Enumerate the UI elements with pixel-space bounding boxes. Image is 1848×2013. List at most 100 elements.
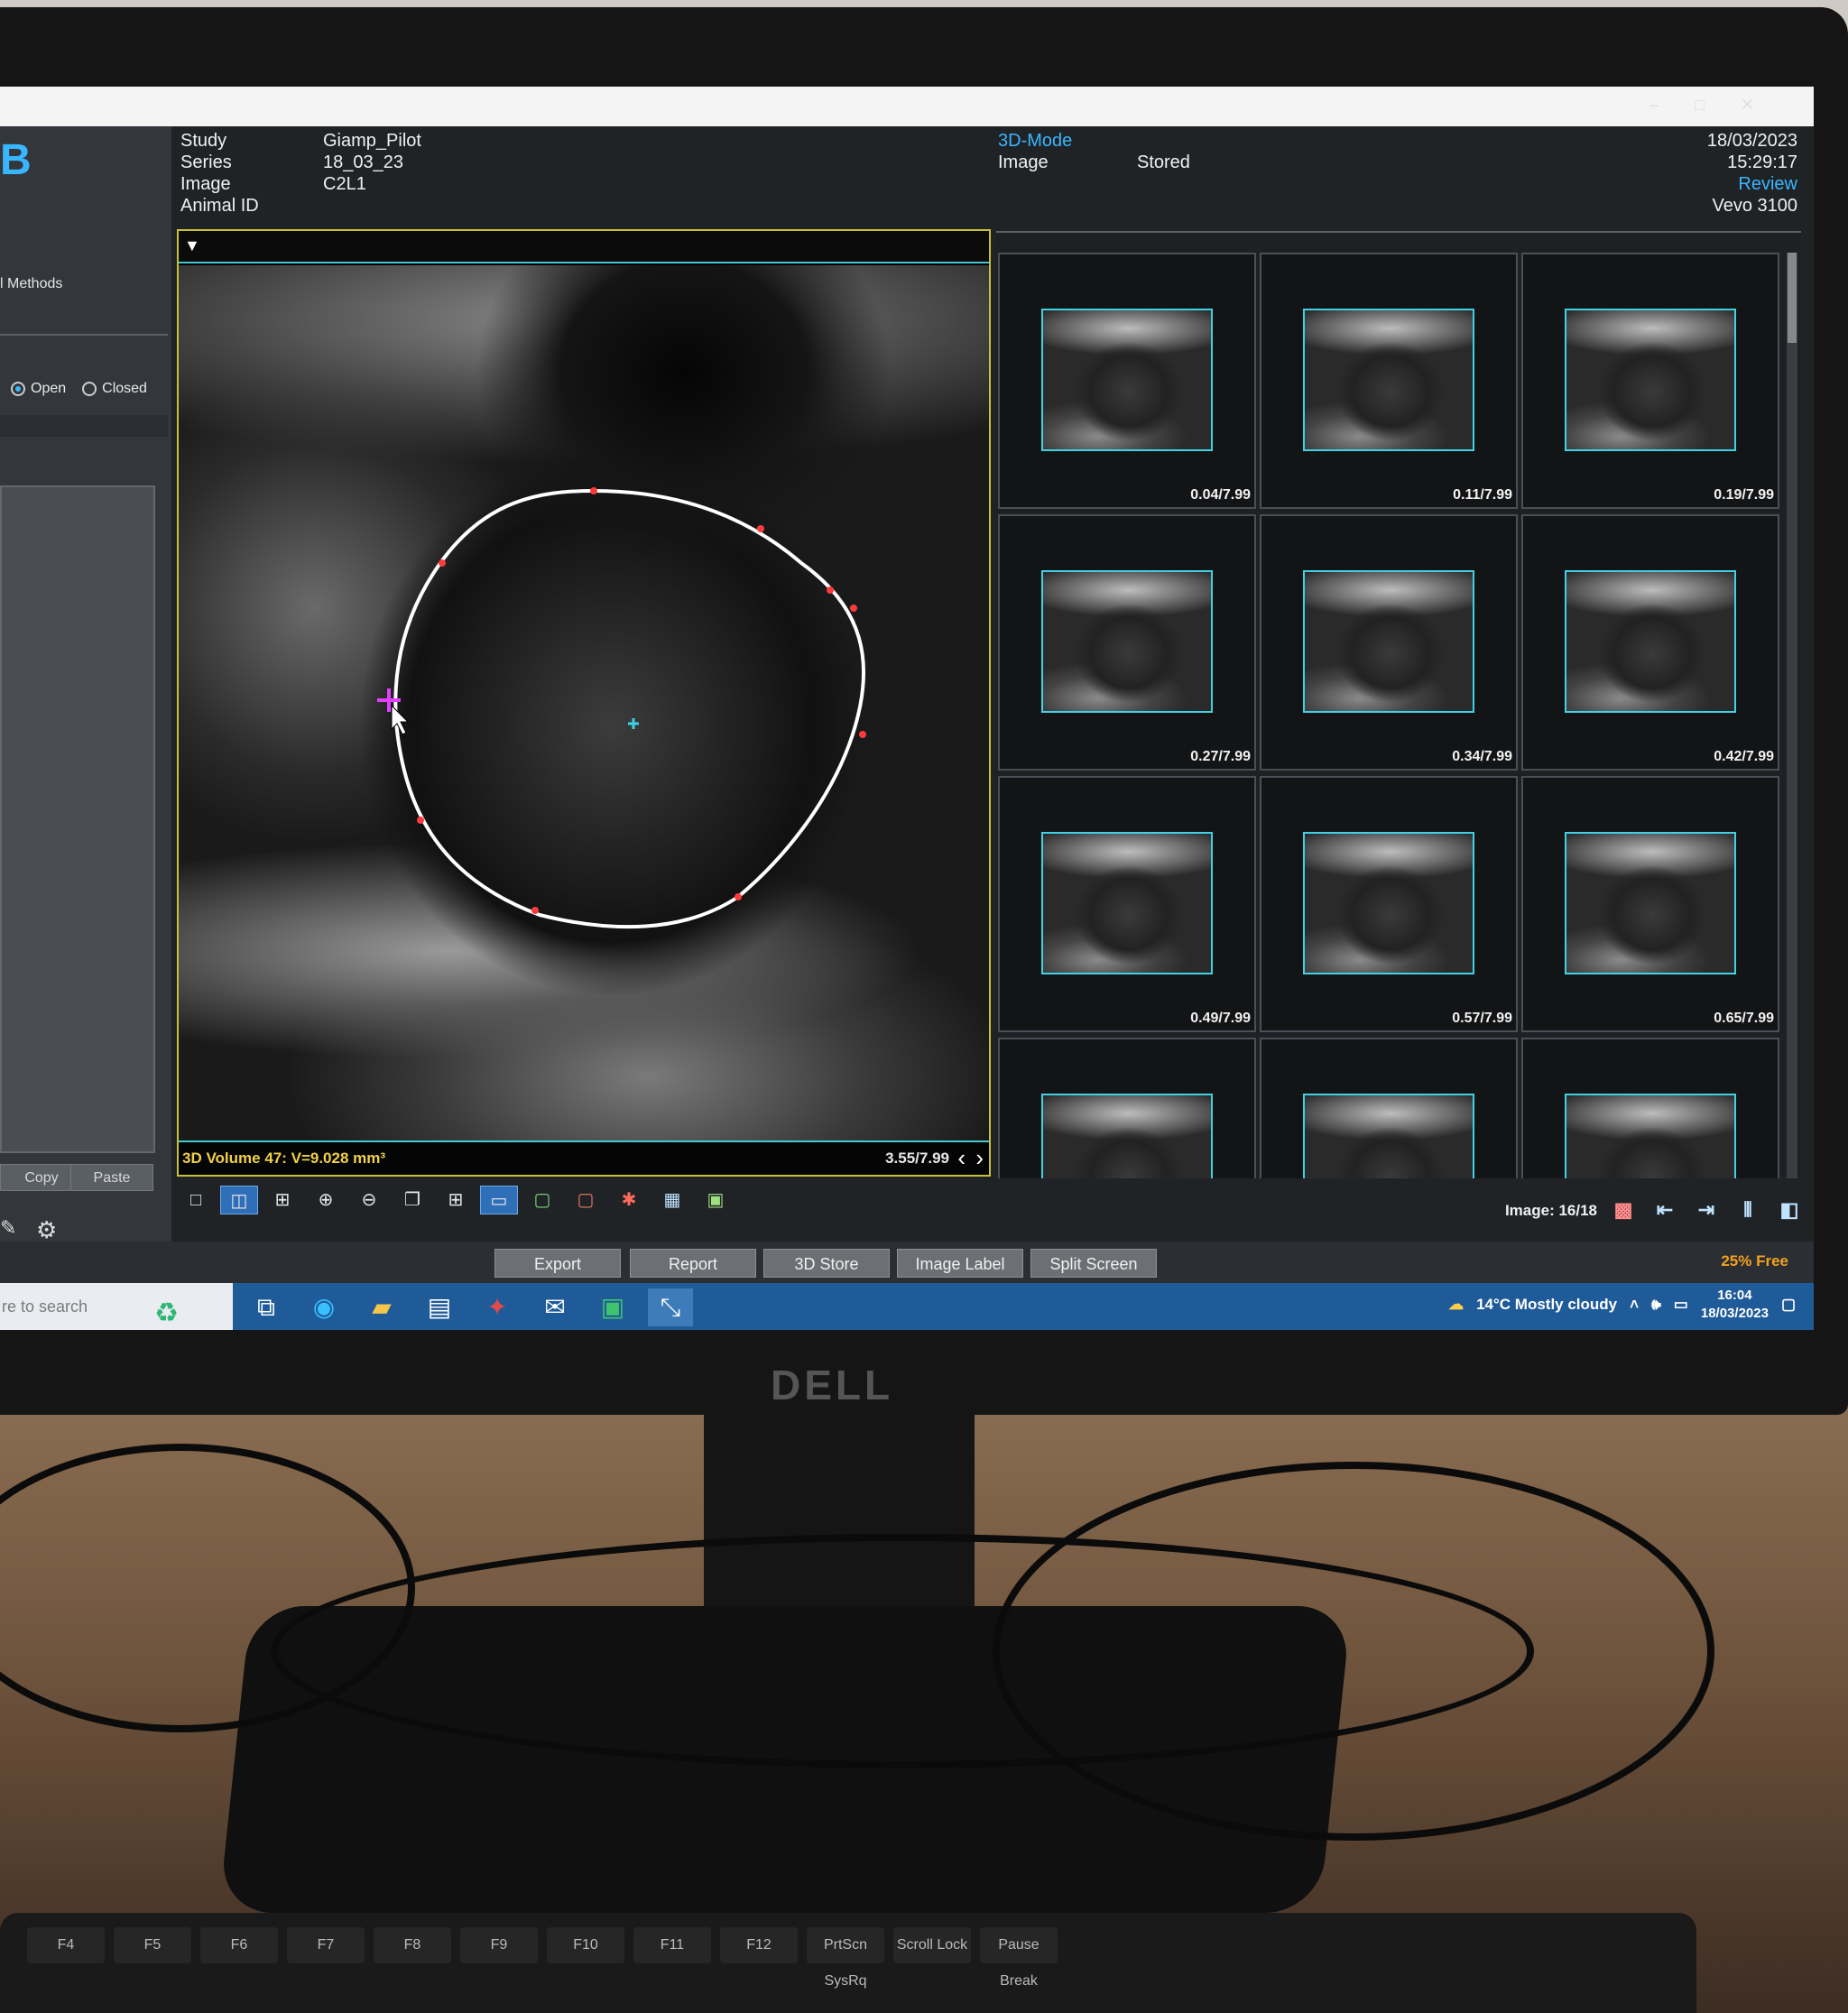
scrollbar-thumb[interactable] bbox=[1788, 253, 1797, 343]
paste-button[interactable]: Paste bbox=[70, 1164, 153, 1191]
taskbar-clock[interactable]: 16:04 18/03/2023 bbox=[1701, 1287, 1769, 1323]
volume-icon[interactable]: 🕪 bbox=[1651, 1296, 1661, 1314]
red-frame-icon[interactable]: ▢ bbox=[567, 1186, 605, 1214]
export-button[interactable]: Export bbox=[494, 1249, 621, 1278]
chevron-up-icon[interactable]: ˄ bbox=[1630, 1296, 1639, 1314]
divider bbox=[0, 334, 168, 336]
app-red-icon[interactable]: ✦ bbox=[475, 1288, 520, 1326]
layout-icon[interactable]: ▭ bbox=[480, 1186, 518, 1214]
radio-closed[interactable]: Closed bbox=[82, 381, 147, 397]
thumbnail-image[interactable] bbox=[1565, 309, 1736, 451]
zoom-out-icon[interactable]: ⊖ bbox=[350, 1186, 388, 1214]
time-value: 15:29:17 bbox=[1727, 152, 1797, 172]
thumbnail-frame[interactable] bbox=[1260, 1038, 1518, 1178]
thumbnail-image[interactable] bbox=[1303, 832, 1474, 974]
thumbnail-image[interactable] bbox=[1565, 570, 1736, 713]
zoom-in-icon[interactable]: ⊕ bbox=[307, 1186, 345, 1214]
thumbnail-frame[interactable]: 0.65/7.99 bbox=[1521, 776, 1779, 1032]
panel-separator bbox=[0, 415, 168, 437]
thumbnail-image[interactable] bbox=[1303, 570, 1474, 713]
thumbnail-image[interactable] bbox=[1303, 1094, 1474, 1178]
taskbar-search-box[interactable]: re to search ♻ bbox=[0, 1283, 233, 1330]
task-view-icon[interactable]: ⧉ bbox=[244, 1288, 289, 1326]
thumbnail-label: 0.19/7.99 bbox=[1714, 487, 1774, 503]
review-link[interactable]: Review bbox=[1707, 173, 1797, 195]
thumbnail-frame[interactable]: 0.19/7.99 bbox=[1521, 253, 1779, 509]
thumbnail-label: 0.27/7.99 bbox=[1190, 749, 1251, 764]
layers-icon[interactable]: ❐ bbox=[393, 1186, 431, 1214]
taskbar-apps: ⧉ ◉ ▰ ▤ ✦ ✉ ▣ ⤡ bbox=[244, 1288, 693, 1326]
delete-image-icon[interactable]: ▩ bbox=[1608, 1198, 1639, 1223]
mail-icon[interactable]: ✉ bbox=[532, 1288, 578, 1326]
contour-point[interactable] bbox=[859, 731, 866, 738]
thumbnail-image[interactable] bbox=[1041, 309, 1213, 451]
thumbnail-image[interactable] bbox=[1041, 570, 1213, 713]
radio-open[interactable]: Open bbox=[11, 381, 66, 397]
filmstrip-icon[interactable]: ⫴ bbox=[1732, 1198, 1763, 1223]
image-export-icon[interactable]: ▣ bbox=[697, 1186, 735, 1214]
window-controls[interactable]: –□✕ bbox=[1649, 96, 1790, 115]
thumbnail-frame[interactable]: 0.27/7.99 bbox=[998, 514, 1256, 771]
3d-store-button[interactable]: 3D Store bbox=[763, 1249, 890, 1278]
excel-icon[interactable]: ▣ bbox=[590, 1288, 635, 1326]
network-icon[interactable]: ▭ bbox=[1674, 1296, 1688, 1314]
grid-icon[interactable]: ⊞ bbox=[437, 1186, 475, 1214]
single-view-icon[interactable]: □ bbox=[177, 1186, 215, 1214]
contour-point[interactable] bbox=[757, 525, 764, 532]
image-label-button[interactable]: Image Label bbox=[897, 1249, 1023, 1278]
contour-point[interactable] bbox=[531, 907, 539, 914]
image-viewport[interactable]: ▼ 3D Volume 47: V=9.028 mm³ 3.55/7.99 ‹ … bbox=[177, 229, 991, 1177]
ultrasound-image[interactable] bbox=[179, 265, 989, 1140]
thumbnail-image[interactable] bbox=[1303, 309, 1474, 451]
thumbnail-frame[interactable] bbox=[1521, 1038, 1779, 1178]
thumbnail-frame[interactable]: 0.57/7.99 bbox=[1260, 776, 1518, 1032]
settings-icon[interactable]: ⚙ bbox=[36, 1216, 69, 1243]
table-icon[interactable]: ▦ bbox=[653, 1186, 691, 1214]
contour-point[interactable] bbox=[735, 893, 742, 900]
contour-points[interactable] bbox=[417, 487, 866, 914]
window-icon[interactable]: ◧ bbox=[1774, 1198, 1805, 1223]
green-frame-icon[interactable]: ▢ bbox=[523, 1186, 561, 1214]
thumbnail-frame[interactable]: 0.34/7.99 bbox=[1260, 514, 1518, 771]
contour-point[interactable] bbox=[439, 559, 446, 567]
viewport-top-bar: ▼ bbox=[179, 231, 989, 263]
thumbnail-image[interactable] bbox=[1565, 832, 1736, 974]
notifications-icon[interactable]: ▢ bbox=[1781, 1296, 1796, 1314]
quad-view-icon[interactable]: ⊞ bbox=[263, 1186, 301, 1214]
contour-line[interactable] bbox=[393, 488, 866, 929]
thumbnail-frame[interactable]: 0.49/7.99 bbox=[998, 776, 1256, 1032]
report-button[interactable]: Report bbox=[630, 1249, 756, 1278]
dual-view-icon[interactable]: ◫ bbox=[220, 1186, 258, 1214]
thumbnail-frame[interactable]: 0.04/7.99 bbox=[998, 253, 1256, 509]
sparkle-icon[interactable]: ✱ bbox=[610, 1186, 648, 1214]
contour-point[interactable] bbox=[590, 487, 597, 494]
contour-point[interactable] bbox=[850, 605, 857, 612]
thumbnail-image[interactable] bbox=[1041, 1094, 1213, 1178]
store-icon[interactable]: ▤ bbox=[417, 1288, 462, 1326]
weather-text[interactable]: 14°C Mostly cloudy bbox=[1476, 1296, 1617, 1314]
measurement-list[interactable] bbox=[0, 485, 155, 1153]
import-icon[interactable]: ⇤ bbox=[1649, 1198, 1680, 1223]
dropdown-arrow-icon[interactable]: ▼ bbox=[184, 236, 200, 255]
export-icon[interactable]: ⇥ bbox=[1691, 1198, 1722, 1223]
thumbnail-frame[interactable]: 0.42/7.99 bbox=[1521, 514, 1779, 771]
image-value: C2L1 bbox=[323, 174, 366, 194]
volume-contour[interactable] bbox=[179, 265, 989, 1140]
thumbnail-image[interactable] bbox=[1565, 1094, 1736, 1178]
thumbnail-frame[interactable] bbox=[998, 1038, 1256, 1178]
contour-point[interactable] bbox=[827, 586, 834, 594]
contour-point[interactable] bbox=[417, 817, 424, 824]
thumbnail-image[interactable] bbox=[1041, 832, 1213, 974]
previous-frame-icon[interactable]: ‹ bbox=[957, 1144, 966, 1172]
edge-browser-icon[interactable]: ◉ bbox=[301, 1288, 346, 1326]
split-screen-button[interactable]: Split Screen bbox=[1030, 1249, 1157, 1278]
system-tray: ☁ 14°C Mostly cloudy ˄ 🕪 ▭ 16:04 18/03/2… bbox=[1448, 1287, 1796, 1323]
thumbnail-scrollbar[interactable] bbox=[1787, 253, 1797, 1178]
edit-icon[interactable]: ✎ bbox=[0, 1216, 18, 1243]
vevo-lab-icon[interactable]: ⤡ bbox=[648, 1288, 693, 1326]
next-frame-icon[interactable]: › bbox=[975, 1144, 984, 1172]
thumbnail-frame[interactable]: 0.11/7.99 bbox=[1260, 253, 1518, 509]
screen: –□✕ B l Methods Open Closed Copy Paste ✎… bbox=[0, 87, 1814, 1330]
weather-icon[interactable]: ☁ bbox=[1448, 1296, 1464, 1314]
file-explorer-icon[interactable]: ▰ bbox=[359, 1288, 404, 1326]
